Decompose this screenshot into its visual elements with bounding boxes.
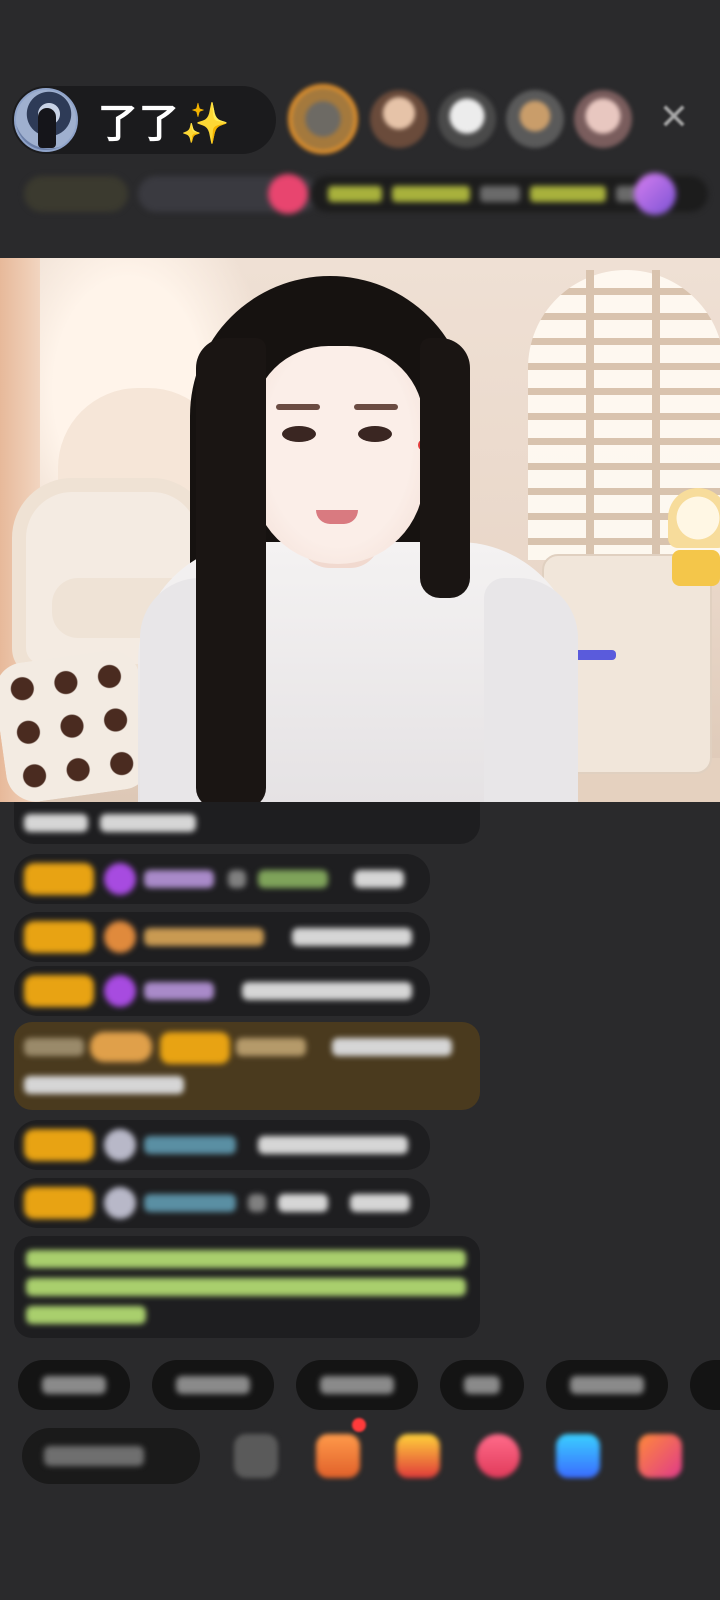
viewer-avatar[interactable] bbox=[506, 90, 564, 148]
quick-reply-chip[interactable] bbox=[440, 1360, 524, 1410]
viewer-avatar[interactable] bbox=[370, 90, 428, 148]
viewer-avatar[interactable] bbox=[574, 90, 632, 148]
close-icon[interactable]: ✕ bbox=[656, 100, 692, 136]
quick-reply-chip[interactable] bbox=[152, 1360, 274, 1410]
emoji-icon[interactable] bbox=[234, 1434, 278, 1478]
chat-message[interactable] bbox=[14, 1178, 430, 1228]
heart-icon[interactable] bbox=[268, 174, 308, 214]
game-icon[interactable] bbox=[556, 1434, 600, 1478]
top-viewers-list bbox=[288, 84, 642, 154]
gift-bag-icon[interactable] bbox=[316, 1434, 360, 1478]
chat-message[interactable] bbox=[14, 1120, 430, 1170]
chat-message[interactable] bbox=[14, 802, 480, 844]
live-video-stream[interactable] bbox=[0, 258, 720, 802]
quick-reply-chip[interactable] bbox=[690, 1360, 720, 1410]
treasure-box-icon[interactable] bbox=[396, 1434, 440, 1478]
gift-box-icon[interactable] bbox=[634, 173, 676, 215]
notification-dot bbox=[352, 1418, 366, 1432]
chat-input[interactable] bbox=[22, 1428, 200, 1484]
host-name: 了了✨ bbox=[98, 101, 231, 147]
heart-gift-icon[interactable] bbox=[476, 1434, 520, 1478]
host-info-pill[interactable]: 了了✨ bbox=[12, 86, 276, 154]
viewer-avatar[interactable] bbox=[438, 90, 496, 148]
host-badges-row bbox=[24, 168, 708, 220]
viewer-avatar[interactable] bbox=[288, 84, 358, 154]
quick-reply-chip[interactable] bbox=[18, 1360, 130, 1410]
system-notice-message[interactable] bbox=[14, 1236, 480, 1338]
quick-reply-chip[interactable] bbox=[546, 1360, 668, 1410]
chat-message[interactable] bbox=[14, 854, 430, 904]
host-avatar[interactable] bbox=[14, 88, 78, 152]
highlighted-chat-message[interactable] bbox=[14, 1022, 480, 1110]
gift-icon[interactable] bbox=[638, 1434, 682, 1478]
chat-message[interactable] bbox=[14, 912, 430, 962]
quick-reply-chip[interactable] bbox=[296, 1360, 418, 1410]
rank-badge[interactable] bbox=[24, 176, 128, 212]
chat-message[interactable] bbox=[14, 966, 430, 1016]
